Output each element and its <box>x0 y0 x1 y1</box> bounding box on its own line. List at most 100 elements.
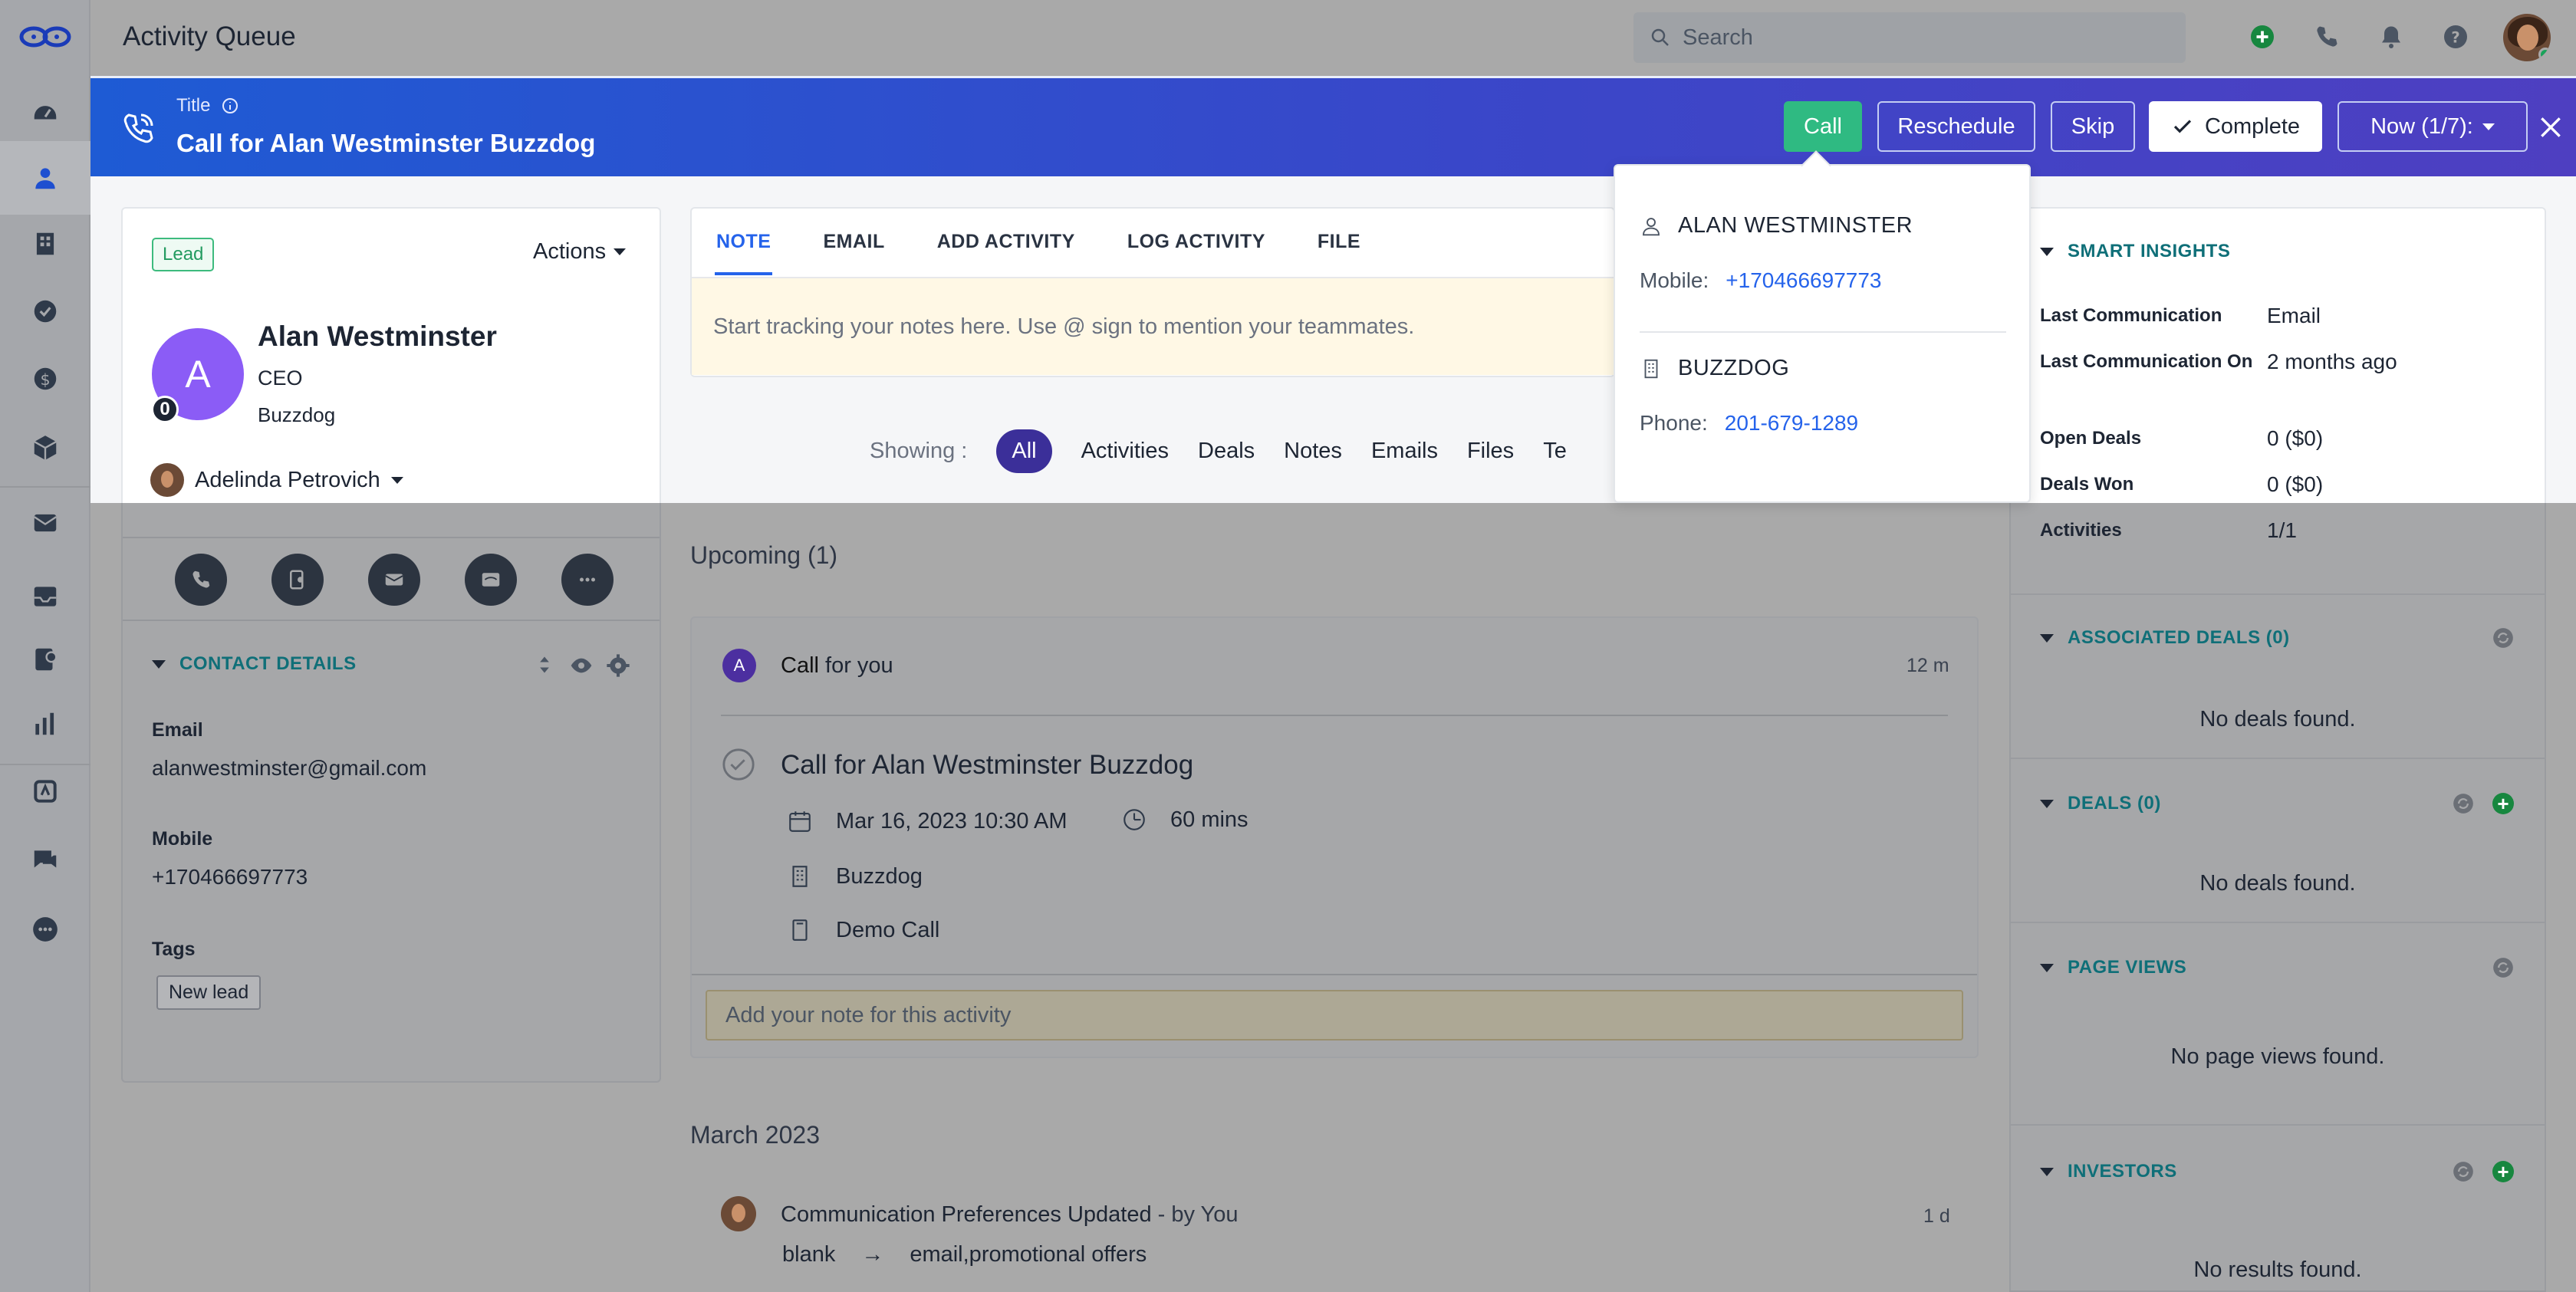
associated-deals-header[interactable]: ASSOCIATED DEALS (0) <box>2040 627 2290 649</box>
composer-tabs: NOTE EMAIL ADD ACTIVITY LOG ACTIVITY FIL… <box>690 208 1360 275</box>
activity-title[interactable]: Call for Alan Westminster Buzzdog <box>781 750 1193 781</box>
sort-icon[interactable] <box>534 652 555 678</box>
note-input[interactable]: Start tracking your notes here. Use @ si… <box>692 277 1614 375</box>
insight-label: Deals Won <box>2040 474 2134 495</box>
help-icon[interactable]: ? <box>2439 20 2472 54</box>
tab-log-activity[interactable]: LOG ACTIVITY <box>1127 208 1265 275</box>
user-avatar[interactable] <box>2503 14 2551 61</box>
notifications-bell-icon[interactable] <box>2374 20 2408 54</box>
tab-file[interactable]: FILE <box>1318 208 1360 275</box>
mobile-value[interactable]: +170466697773 <box>152 865 308 889</box>
companies-icon[interactable] <box>28 227 62 261</box>
eye-icon[interactable] <box>569 653 594 678</box>
filter-all[interactable]: All <box>996 429 1052 473</box>
smart-insights-header[interactable]: SMART INSIGHTS <box>2040 241 2230 262</box>
reports-bar-chart-icon[interactable] <box>28 707 62 741</box>
upcoming-header: Upcoming (1) <box>690 541 838 569</box>
call-action-icon[interactable] <box>175 554 227 606</box>
divider <box>692 974 1977 975</box>
dashboard-icon[interactable] <box>28 95 62 129</box>
refresh-icon[interactable] <box>2492 627 2514 649</box>
call-button[interactable]: Call <box>1784 101 1862 152</box>
email-action-icon[interactable] <box>368 554 420 606</box>
popover-mobile-link[interactable]: +170466697773 <box>1726 268 1881 293</box>
activity-duration-row: 60 mins <box>1121 807 1249 833</box>
owner-avatar <box>150 463 184 497</box>
empty-state-message: No deals found. <box>2199 871 2356 896</box>
info-icon[interactable] <box>221 97 239 115</box>
score-badge: 0 <box>151 396 179 423</box>
filter-activities[interactable]: Activities <box>1081 439 1169 464</box>
mark-done-check-icon[interactable] <box>721 747 756 782</box>
lead-status-badge: Lead <box>152 238 215 271</box>
refresh-icon[interactable] <box>2453 793 2474 814</box>
popover-phone-link[interactable]: 201-679-1289 <box>1725 411 1858 436</box>
add-deal-plus-icon[interactable]: + <box>2492 793 2514 814</box>
clock-icon <box>1124 809 1145 830</box>
filter-more[interactable]: Te <box>1543 439 1567 464</box>
app-logo-icon[interactable] <box>18 21 72 52</box>
more-actions-icon[interactable] <box>561 554 614 606</box>
refresh-icon[interactable] <box>2492 957 2514 978</box>
complete-button[interactable]: Complete <box>2149 101 2322 152</box>
filter-files[interactable]: Files <box>1467 439 1514 464</box>
global-search[interactable] <box>1633 12 2186 63</box>
products-box-icon[interactable] <box>28 431 62 465</box>
settings-gear-icon[interactable] <box>606 653 630 678</box>
deals-dollar-icon[interactable]: $ <box>28 362 62 396</box>
arrow-right-icon: → <box>861 1242 884 1267</box>
more-options-icon[interactable] <box>28 912 62 946</box>
complete-label: Complete <box>2204 113 2301 139</box>
investors-title: INVESTORS <box>2068 1161 2177 1182</box>
contacts-nav-item[interactable] <box>0 141 90 215</box>
page-views-header[interactable]: PAGE VIEWS <box>2040 957 2186 978</box>
inbox-icon[interactable] <box>28 580 62 613</box>
actions-dropdown[interactable]: Actions <box>533 239 627 265</box>
refresh-icon[interactable] <box>2453 1161 2474 1182</box>
marketplace-icon[interactable] <box>28 774 62 808</box>
close-icon[interactable] <box>2535 112 2566 143</box>
divider <box>2011 1124 2545 1126</box>
filter-deals[interactable]: Deals <box>1198 439 1255 464</box>
owner-selector[interactable]: Adelinda Petrovich <box>150 463 403 497</box>
tasks-check-icon[interactable] <box>28 294 62 328</box>
activity-type-row: Demo Call <box>787 917 939 943</box>
deals-header[interactable]: DEALS (0) <box>2040 793 2161 814</box>
quick-add-icon[interactable] <box>2245 20 2279 54</box>
tag-chip[interactable]: New lead <box>156 975 262 1010</box>
divider <box>721 715 1948 716</box>
email-icon[interactable] <box>28 506 62 540</box>
collapse-caret-icon <box>2040 1167 2054 1176</box>
email-value[interactable]: alanwestminster@gmail.com <box>152 756 426 781</box>
chevron-down-icon <box>390 476 403 484</box>
now-queue-dropdown[interactable]: Now (1/7): <box>2337 101 2528 152</box>
sequence-action-icon[interactable] <box>271 554 324 606</box>
contact-company[interactable]: Buzzdog <box>258 403 335 427</box>
document-icon <box>792 919 808 941</box>
tab-note[interactable]: NOTE <box>714 208 773 275</box>
tab-email[interactable]: EMAIL <box>823 208 884 275</box>
insight-value: 1/1 <box>2267 518 2297 542</box>
search-input[interactable] <box>1683 25 2158 51</box>
sequences-icon[interactable] <box>28 643 62 676</box>
investors-header[interactable]: INVESTORS <box>2040 1161 2177 1182</box>
activity-note-input[interactable]: Add your note for this activity <box>706 990 1963 1041</box>
top-header: Activity Queue ? <box>90 0 2576 74</box>
popover-mobile-label: Mobile: <box>1640 268 1709 292</box>
reschedule-button[interactable]: Reschedule <box>1877 101 2035 152</box>
svg-text:$: $ <box>40 370 50 389</box>
filter-notes[interactable]: Notes <box>1284 439 1342 464</box>
add-investor-plus-icon[interactable]: + <box>2492 1161 2514 1182</box>
popover-phone-row: Phone: 201-679-1289 <box>1640 411 1858 436</box>
history-month-header: March 2023 <box>690 1121 820 1149</box>
showing-label: Showing : <box>870 439 968 463</box>
campaign-action-icon[interactable] <box>465 554 517 606</box>
skip-button[interactable]: Skip <box>2051 101 2135 152</box>
filter-emails[interactable]: Emails <box>1371 439 1438 464</box>
tab-add-activity[interactable]: ADD ACTIVITY <box>937 208 1075 275</box>
contact-details-title: CONTACT DETAILS <box>179 653 357 674</box>
activity-company[interactable]: Buzzdog <box>836 864 923 889</box>
chat-icon[interactable] <box>28 843 62 877</box>
contact-details-header[interactable]: CONTACT DETAILS <box>152 653 357 675</box>
phone-icon[interactable] <box>2310 20 2344 54</box>
